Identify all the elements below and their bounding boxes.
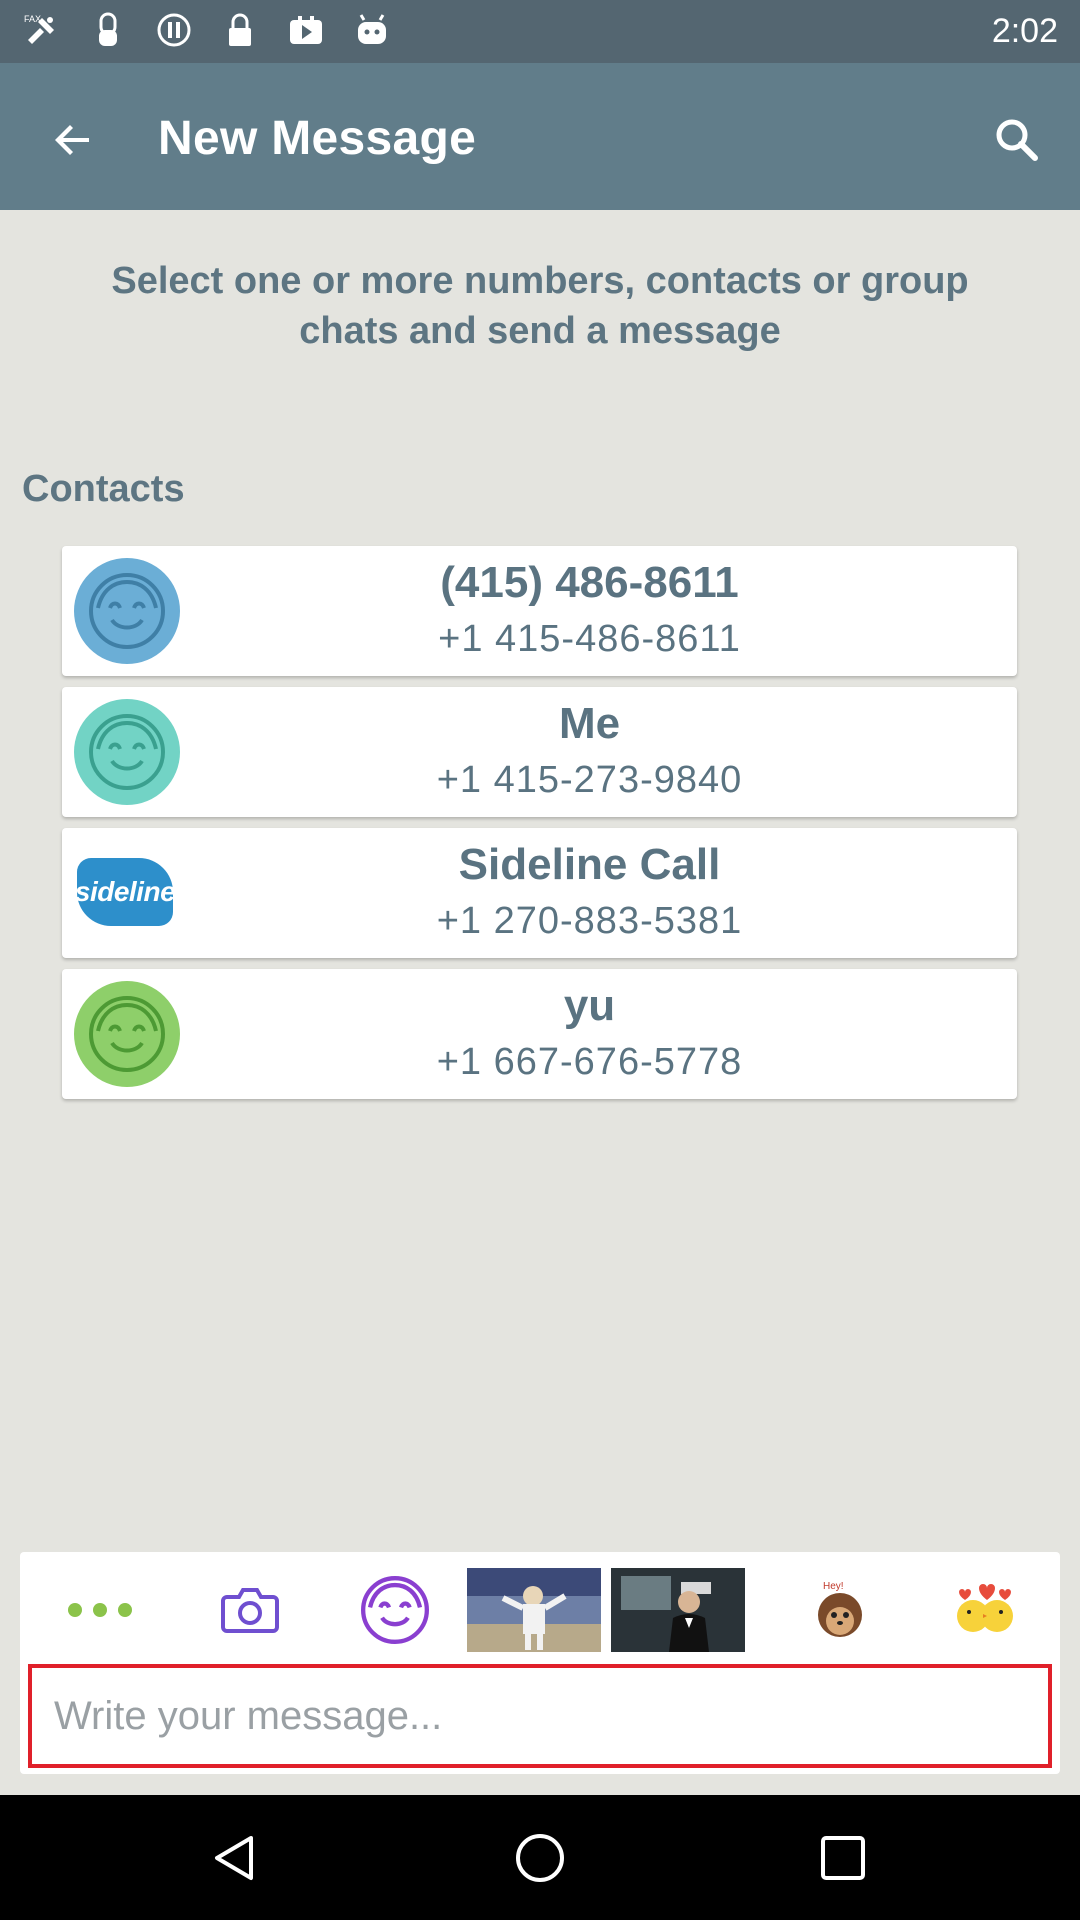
gif-thumbnail-2[interactable] — [611, 1568, 745, 1652]
message-input[interactable] — [28, 1664, 1052, 1768]
hand-icon — [88, 10, 128, 50]
smiley-avatar — [74, 981, 180, 1087]
sideline-logo: sideline — [74, 858, 176, 926]
more-icon — [68, 1603, 132, 1617]
contact-name: Sideline Call — [458, 840, 721, 889]
camera-button[interactable] — [210, 1568, 290, 1652]
contact-number: +1 667-676-5778 — [436, 1041, 743, 1083]
smiley-button[interactable] — [350, 1568, 440, 1652]
system-nav-bar — [0, 1795, 1080, 1920]
contacts-section-title: Contacts — [22, 468, 185, 510]
contact-item[interactable]: (415) 486-8611 +1 415-486-8611 — [62, 546, 1017, 676]
search-button[interactable] — [984, 107, 1050, 173]
nav-recents-button[interactable] — [808, 1823, 878, 1893]
smiley-avatar — [74, 699, 180, 805]
camera-icon — [221, 1588, 279, 1633]
more-button[interactable] — [60, 1568, 140, 1652]
status-time: 2:02 — [991, 12, 1058, 50]
recents-square-icon — [821, 1836, 865, 1880]
fax-icon: FAX — [22, 10, 62, 50]
contact-list: (415) 486-8611 +1 415-486-8611 Me +1 415… — [62, 546, 1017, 1110]
contact-item[interactable]: yu +1 667-676-5778 — [62, 969, 1017, 1099]
contact-name: Me — [558, 699, 621, 748]
page-title: New Message — [158, 112, 477, 165]
contact-name: (415) 486-8611 — [440, 558, 739, 607]
svg-text:Hey!: Hey! — [823, 1581, 844, 1592]
smiley-icon — [361, 1576, 429, 1644]
status-icons: FAX — [22, 10, 392, 50]
back-button[interactable] — [40, 107, 106, 173]
hedgehog-sticker[interactable]: Hey! — [790, 1568, 890, 1652]
pause-circle-icon — [154, 10, 194, 50]
instruction-text: Select one or more numbers, contacts or … — [111, 260, 969, 352]
search-icon — [996, 119, 1038, 161]
lock-icon — [220, 10, 260, 50]
smiley-avatar — [74, 558, 180, 664]
contact-number: +1 415-273-9840 — [436, 759, 743, 801]
contact-number: +1 270-883-5381 — [436, 900, 743, 942]
gif-thumbnail-1[interactable] — [467, 1568, 601, 1652]
arrow-back-icon — [55, 125, 89, 155]
back-triangle-icon — [215, 1836, 253, 1880]
home-circle-icon — [516, 1834, 564, 1882]
sideline-logo-text: sideline — [74, 876, 176, 907]
contact-item[interactable]: Me +1 415-273-9840 — [62, 687, 1017, 817]
contact-number: +1 415-486-8611 — [438, 618, 741, 660]
nav-home-button[interactable] — [505, 1823, 575, 1893]
app-bar: New Message — [0, 63, 1080, 210]
status-bar: FAX 2:02 — [0, 0, 1080, 63]
contact-name: yu — [563, 981, 616, 1030]
nav-back-button[interactable] — [200, 1823, 270, 1893]
youtube-icon — [286, 10, 326, 50]
svg-text:FAX: FAX — [24, 14, 41, 24]
kissing-chicks-sticker[interactable] — [935, 1568, 1035, 1652]
message-composer: Hey! — [20, 1552, 1060, 1774]
contact-item[interactable]: sideline Sideline Call +1 270-883-5381 — [62, 828, 1017, 958]
attachment-bar: Hey! — [20, 1568, 1060, 1652]
android-icon — [352, 10, 392, 50]
